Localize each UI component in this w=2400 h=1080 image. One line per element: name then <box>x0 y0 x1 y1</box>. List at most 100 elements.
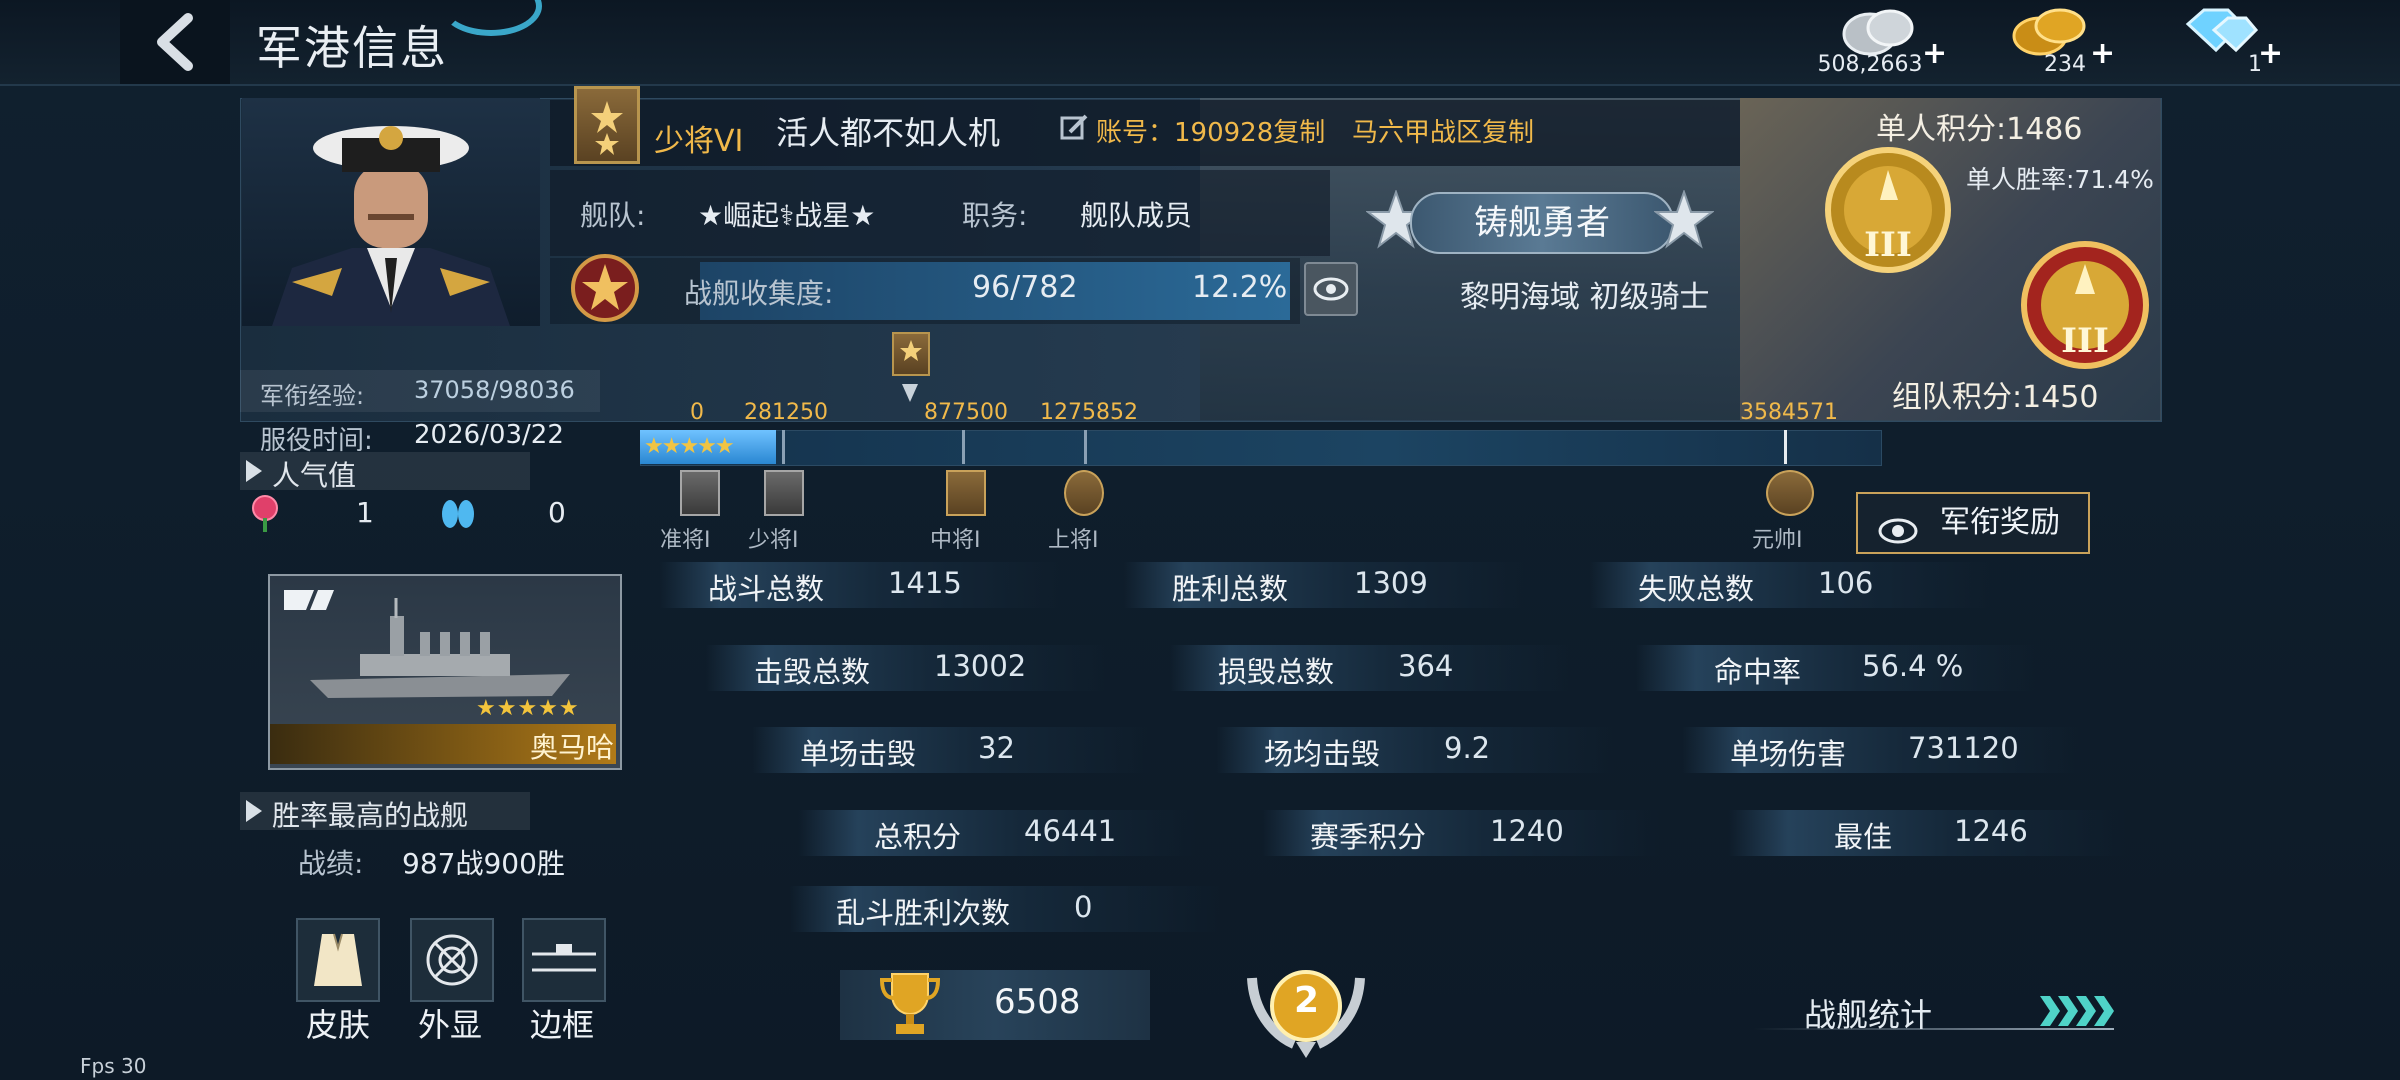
exp-value: 37058/98036 <box>414 376 575 404</box>
best-ship-heading: 胜率最高的战舰 <box>272 799 469 832</box>
appearance-button[interactable] <box>410 918 494 1002</box>
silver-coin-icon <box>1840 6 1916 58</box>
stat-label: 最佳 <box>1834 820 1893 854</box>
stat-row <box>798 810 1198 856</box>
tick-4 <box>1784 430 1787 464</box>
avatar[interactable] <box>242 98 540 326</box>
exp-label: 军衔经验: <box>260 382 365 410</box>
silver-amount: 508,2663 <box>1817 52 1923 77</box>
record-value: 987战900胜 <box>402 847 565 880</box>
stat-value: 32 <box>978 731 1015 765</box>
stat-value: 46441 <box>1024 814 1117 848</box>
fleet-stats-link[interactable]: 战舰统计 <box>1804 990 1932 1036</box>
stat-row <box>1636 645 2036 691</box>
stat-value: 0 <box>1074 890 1093 924</box>
rank-reward-button[interactable]: 军衔奖励 <box>1856 492 2090 554</box>
stat-row <box>1728 810 2128 856</box>
threshold-0: 0 <box>690 400 704 425</box>
page-title: 军港信息 <box>256 21 448 75</box>
current-rank-pointer-icon <box>902 384 918 402</box>
stat-label: 击毁总数 <box>754 655 871 689</box>
stat-value: 106 <box>1818 566 1874 600</box>
badge-star-right-icon <box>1653 188 1715 250</box>
stat-value: 13002 <box>934 649 1027 683</box>
diamond-icon <box>2180 6 2259 56</box>
team-score: 组队积分:1450 <box>1892 380 2099 415</box>
single-winrate: 单人胜率:71.4% <box>1966 165 2154 194</box>
stat-label: 赛季积分 <box>1310 820 1427 854</box>
chevrons-right-icon[interactable] <box>2040 994 2114 1028</box>
ship-stars: ★★★★★ <box>476 696 580 721</box>
diamond-add-button[interactable]: + <box>2258 36 2283 71</box>
svg-text:III: III <box>2061 321 2109 361</box>
gold-add-button[interactable]: + <box>2090 36 2115 71</box>
rank-marshal-icon <box>1766 470 1814 516</box>
stat-label: 战斗总数 <box>708 572 825 606</box>
rank-label-2: 少将Ⅰ <box>748 528 799 553</box>
slipper-icon[interactable] <box>440 496 476 530</box>
collection-emblem-icon <box>562 248 648 326</box>
eye-icon <box>1878 508 1918 544</box>
title-badge: 铸舰勇者 <box>1410 192 1674 254</box>
threshold-4: 3584571 <box>1740 400 1838 425</box>
back-arrow-icon <box>146 12 206 72</box>
collection-label: 战舰收集度: <box>684 277 834 310</box>
single-score: 单人积分:1486 <box>1876 112 2083 147</box>
single-rank-medal-icon[interactable]: III <box>1822 144 1954 276</box>
player-rank: 少将VI <box>654 124 744 159</box>
fps-counter: Fps 30 <box>80 1054 147 1078</box>
rank-rear-admiral-icon <box>764 470 804 516</box>
threshold-3: 1275852 <box>1040 400 1138 425</box>
trophy-icon <box>878 968 942 1038</box>
rank-reward-label: 军衔奖励 <box>1940 505 2060 540</box>
frame-label: 边框 <box>530 1006 595 1044</box>
rose-icon[interactable] <box>248 494 282 532</box>
rank-admiral-icon <box>1064 470 1104 516</box>
team-rank-medal-icon[interactable]: III <box>2018 238 2152 372</box>
stat-label: 胜利总数 <box>1172 572 1289 606</box>
silver-add-button[interactable]: + <box>1922 36 1947 71</box>
account-copy-button[interactable]: 账号：190928复制 <box>1096 112 1325 149</box>
threshold-2: 877500 <box>924 400 1008 425</box>
stat-label: 损毁总数 <box>1218 655 1335 689</box>
stat-value: 1309 <box>1354 566 1428 600</box>
fleet-row <box>550 170 1330 256</box>
crosshair-icon <box>424 932 480 988</box>
stat-label: 单场击毁 <box>800 737 917 771</box>
stat-value: 1415 <box>888 566 962 600</box>
progress-stars: ★★★★★ <box>644 434 735 459</box>
tick-1 <box>782 430 785 464</box>
stat-value: 9.2 <box>1444 731 1491 765</box>
svg-text:III: III <box>1864 225 1912 265</box>
stat-value: 364 <box>1398 649 1454 683</box>
medal-level: 2 <box>1294 980 1320 1021</box>
edit-icon[interactable] <box>1060 114 1088 142</box>
tick-3 <box>1084 430 1087 464</box>
skin-button[interactable] <box>296 918 380 1002</box>
collection-percent: 12.2% <box>1192 270 1288 305</box>
fleet-name[interactable]: ★崛起⚕战星★ <box>698 194 875 234</box>
frame-button[interactable] <box>522 918 606 1002</box>
service-date: 2026/03/22 <box>414 420 564 450</box>
stat-value: 1240 <box>1490 814 1564 848</box>
duty-label: 职务: <box>962 199 1028 232</box>
stat-label: 命中率 <box>1714 655 1802 689</box>
trophy-value: 6508 <box>994 982 1081 1022</box>
stat-label: 失败总数 <box>1638 572 1755 606</box>
rank-progress-bar <box>640 430 1882 466</box>
expand-arrow-icon <box>246 800 262 822</box>
server-copy-button[interactable]: 马六甲战区复制 <box>1352 112 1534 149</box>
suit-icon <box>312 930 364 990</box>
rank-label-3: 中将Ⅰ <box>930 528 981 553</box>
skin-label: 皮肤 <box>306 1006 371 1044</box>
duty-value: 舰队成员 <box>1080 199 1193 232</box>
rank-label-4: 上将Ⅰ <box>1048 528 1099 553</box>
slipper-count: 0 <box>548 496 566 529</box>
rank-label-5: 元帅Ⅰ <box>1752 528 1803 553</box>
current-rank-marker-icon <box>892 332 930 376</box>
appearance-label: 外显 <box>418 1006 483 1044</box>
stat-value: 1246 <box>1954 814 2028 848</box>
threshold-1: 281250 <box>744 400 828 425</box>
collection-view-button[interactable] <box>1304 262 1358 316</box>
back-button[interactable] <box>120 0 230 84</box>
